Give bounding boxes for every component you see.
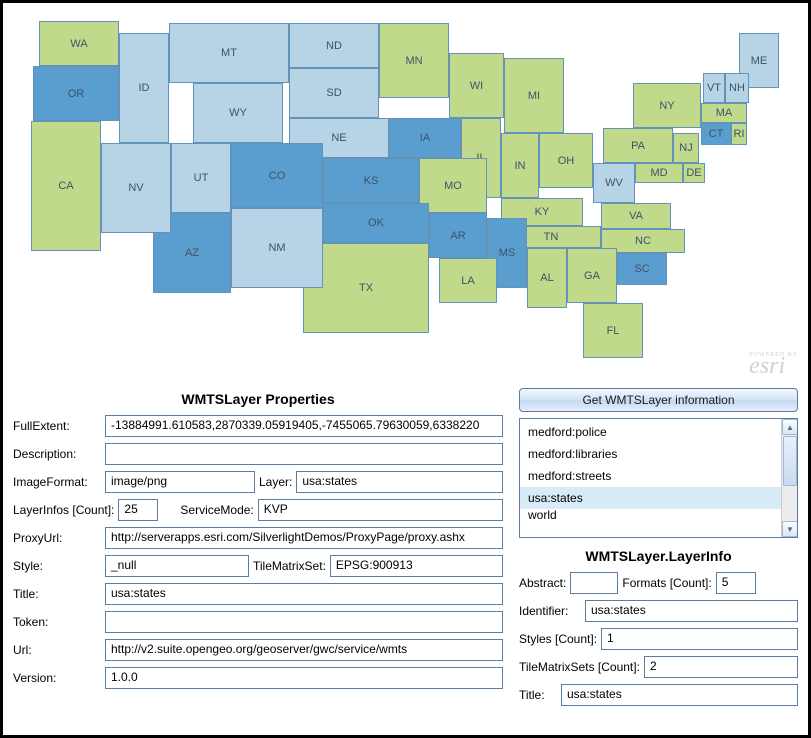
esri-text: esri bbox=[749, 353, 785, 379]
state-ct[interactable]: CT bbox=[701, 123, 731, 145]
tms-count-label: TileMatrixSets [Count]: bbox=[519, 660, 640, 674]
styles-count-field[interactable]: 1 bbox=[601, 628, 798, 650]
state-nh[interactable]: NH bbox=[725, 73, 749, 103]
layer-field[interactable]: usa:states bbox=[296, 471, 503, 493]
layerinfo-section-title: WMTSLayer.LayerInfo bbox=[519, 548, 798, 564]
esri-logo: POWERED BY esri bbox=[749, 352, 798, 378]
description-label: Description: bbox=[13, 447, 101, 461]
tms-count-field[interactable]: 2 bbox=[644, 656, 798, 678]
formats-count-label: Formats [Count]: bbox=[622, 576, 711, 590]
state-ut[interactable]: UT bbox=[171, 143, 231, 213]
state-de[interactable]: DE bbox=[683, 163, 705, 183]
layer-infos-field[interactable]: 25 bbox=[118, 499, 158, 521]
state-or[interactable]: OR bbox=[33, 66, 119, 121]
description-field[interactable] bbox=[105, 443, 503, 465]
state-id[interactable]: ID bbox=[119, 33, 169, 143]
state-ks[interactable]: KS bbox=[323, 158, 419, 203]
state-in[interactable]: IN bbox=[501, 133, 539, 198]
state-md[interactable]: MD bbox=[635, 163, 683, 183]
scroll-up-icon[interactable]: ▲ bbox=[782, 419, 798, 435]
listbox-scrollbar[interactable]: ▲ ▼ bbox=[781, 419, 797, 537]
state-mo[interactable]: MO bbox=[419, 158, 487, 213]
scroll-thumb[interactable] bbox=[783, 436, 797, 486]
state-nm[interactable]: NM bbox=[231, 208, 323, 288]
list-item[interactable]: world bbox=[520, 509, 781, 521]
state-mn[interactable]: MN bbox=[379, 23, 449, 98]
image-format-label: ImageFormat: bbox=[13, 475, 101, 489]
right-panel: Get WMTSLayer information medford:police… bbox=[519, 388, 798, 712]
state-nd[interactable]: ND bbox=[289, 23, 379, 68]
state-co[interactable]: CO bbox=[231, 143, 323, 208]
state-nj[interactable]: NJ bbox=[673, 133, 699, 163]
state-ar[interactable]: AR bbox=[429, 213, 487, 258]
title-label: Title: bbox=[13, 587, 101, 601]
state-va[interactable]: VA bbox=[601, 203, 671, 229]
state-vt[interactable]: VT bbox=[703, 73, 725, 103]
state-mt[interactable]: MT bbox=[169, 23, 289, 83]
app-window: MENHVTMARICTNJDEMDNYPASCNCVAWVFLGAOHALTN… bbox=[0, 0, 811, 738]
state-al[interactable]: AL bbox=[527, 248, 567, 308]
state-wi[interactable]: WI bbox=[449, 53, 504, 118]
left-section-title: WMTSLayer Properties bbox=[13, 391, 503, 407]
get-wmts-info-button[interactable]: Get WMTSLayer information bbox=[519, 388, 798, 412]
state-nv[interactable]: NV bbox=[101, 143, 171, 233]
state-ca[interactable]: CA bbox=[31, 121, 101, 251]
state-ia[interactable]: IA bbox=[389, 118, 461, 158]
full-extent-label: FullExtent: bbox=[13, 419, 101, 433]
state-wa[interactable]: WA bbox=[39, 21, 119, 66]
full-extent-field[interactable]: -13884991.610583,2870339.05919405,-74550… bbox=[105, 415, 503, 437]
image-format-field[interactable]: image/png bbox=[105, 471, 255, 493]
state-sc[interactable]: SC bbox=[617, 253, 667, 285]
abstract-field[interactable] bbox=[570, 572, 618, 594]
state-mi[interactable]: MI bbox=[504, 58, 564, 133]
state-sd[interactable]: SD bbox=[289, 68, 379, 118]
tile-matrix-set-field[interactable]: EPSG:900913 bbox=[330, 555, 503, 577]
layerinfo-title-label: Title: bbox=[519, 688, 557, 702]
style-label: Style: bbox=[13, 559, 101, 573]
version-field[interactable]: 1.0.0 bbox=[105, 667, 503, 689]
state-la[interactable]: LA bbox=[439, 258, 497, 303]
identifier-field[interactable]: usa:states bbox=[585, 600, 798, 622]
state-ri[interactable]: RI bbox=[731, 123, 747, 145]
identifier-label: Identifier: bbox=[519, 604, 581, 618]
state-ok[interactable]: OK bbox=[323, 203, 429, 243]
layer-label: Layer: bbox=[259, 475, 292, 489]
layer-listbox[interactable]: medford:policemedford:librariesmedford:s… bbox=[519, 418, 798, 538]
properties-panel: WMTSLayer Properties FullExtent: -138849… bbox=[3, 383, 808, 717]
wmts-layer-properties: WMTSLayer Properties FullExtent: -138849… bbox=[13, 388, 503, 712]
layer-infos-label: LayerInfos [Count]: bbox=[13, 503, 114, 517]
list-item[interactable]: medford:streets bbox=[520, 465, 781, 487]
token-label: Token: bbox=[13, 615, 101, 629]
styles-count-label: Styles [Count]: bbox=[519, 632, 597, 646]
service-mode-label: ServiceMode: bbox=[180, 503, 253, 517]
state-ma[interactable]: MA bbox=[701, 103, 747, 123]
abstract-label: Abstract: bbox=[519, 576, 566, 590]
state-oh[interactable]: OH bbox=[539, 133, 593, 188]
state-wy[interactable]: WY bbox=[193, 83, 283, 143]
proxy-url-label: ProxyUrl: bbox=[13, 531, 101, 545]
state-fl[interactable]: FL bbox=[583, 303, 643, 358]
state-ga[interactable]: GA bbox=[567, 248, 617, 303]
formats-count-field[interactable]: 5 bbox=[716, 572, 756, 594]
title-field[interactable]: usa:states bbox=[105, 583, 503, 605]
layerinfo-title-field[interactable]: usa:states bbox=[561, 684, 798, 706]
url-field[interactable]: http://v2.suite.opengeo.org/geoserver/gw… bbox=[105, 639, 503, 661]
token-field[interactable] bbox=[105, 611, 503, 633]
list-item[interactable]: medford:libraries bbox=[520, 443, 781, 465]
map-canvas[interactable]: MENHVTMARICTNJDEMDNYPASCNCVAWVFLGAOHALTN… bbox=[3, 3, 808, 383]
url-label: Url: bbox=[13, 643, 101, 657]
service-mode-field[interactable]: KVP bbox=[258, 499, 503, 521]
style-field[interactable]: _null bbox=[105, 555, 249, 577]
scroll-down-icon[interactable]: ▼ bbox=[782, 521, 798, 537]
list-item[interactable]: usa:states bbox=[520, 487, 781, 509]
state-pa[interactable]: PA bbox=[603, 128, 673, 163]
list-item[interactable]: medford:police bbox=[520, 421, 781, 443]
tile-matrix-set-label: TileMatrixSet: bbox=[253, 559, 326, 573]
proxy-url-field[interactable]: http://serverapps.esri.com/SilverlightDe… bbox=[105, 527, 503, 549]
state-wv[interactable]: WV bbox=[593, 163, 635, 203]
state-ny[interactable]: NY bbox=[633, 83, 701, 128]
version-label: Version: bbox=[13, 671, 101, 685]
